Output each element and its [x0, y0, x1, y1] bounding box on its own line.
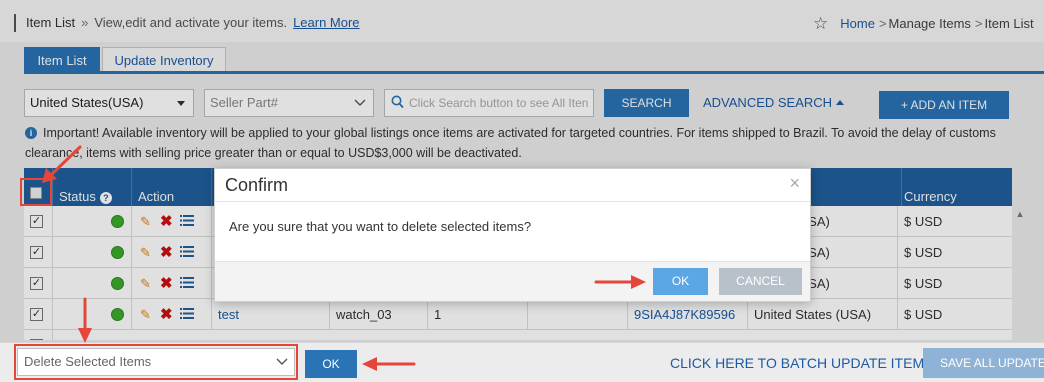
dialog-footer: OK CANCEL: [215, 261, 810, 301]
bulk-ok-button[interactable]: OK: [305, 350, 357, 378]
dialog-message: Are you sure that you want to delete sel…: [229, 219, 532, 234]
confirm-dialog: Confirm × Are you sure that you want to …: [214, 168, 811, 302]
app-frame: Item List» View,edit and activate your it…: [0, 0, 1044, 382]
batch-update-link[interactable]: CLICK HERE TO BATCH UPDATE ITEMS: [670, 355, 933, 371]
dialog-title: Confirm: [225, 175, 289, 195]
save-all-updates-button[interactable]: SAVE ALL UPDATES: [923, 348, 1044, 378]
close-icon[interactable]: ×: [789, 173, 800, 194]
annotation-box-bulk-select: [14, 344, 298, 380]
dialog-header: Confirm ×: [215, 169, 810, 202]
confirm-ok-button[interactable]: OK: [653, 268, 708, 295]
annotation-box-select-all: [20, 178, 52, 206]
confirm-cancel-button[interactable]: CANCEL: [719, 268, 802, 295]
